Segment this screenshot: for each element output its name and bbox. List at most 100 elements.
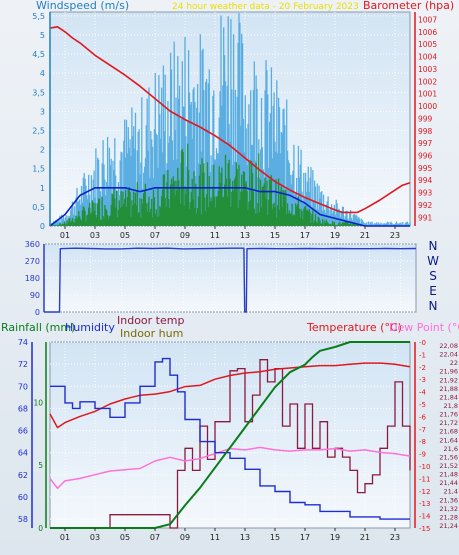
windspeed-tick-label: 1 xyxy=(40,184,45,193)
temperature-tick-label: -5 xyxy=(419,401,426,409)
indoor-temp-tick-label: 21,84 xyxy=(439,393,458,401)
indoor-temp-tick-label: 21,44 xyxy=(439,479,458,487)
temperature-tick-label: -2 xyxy=(419,364,426,372)
wind-x-label: 13 xyxy=(240,231,250,240)
indoor-temp-tick-label: 22,08 xyxy=(439,342,458,350)
climate-x-label: 13 xyxy=(240,533,250,542)
indoor-temp-tick-label: 21,52 xyxy=(439,462,458,470)
temperature-axis-label: Temperature (°C) xyxy=(306,321,402,334)
barometer-tick-label: 1001 xyxy=(418,90,437,99)
barometer-tick-label: 996 xyxy=(418,151,433,160)
direction-tick-label: 0 xyxy=(35,308,40,317)
temperature-tick-label: -11 xyxy=(419,475,430,483)
indoor-temp-tick-label: 21,4 xyxy=(444,488,458,496)
humidity-axis-label: Humidity xyxy=(65,321,115,334)
indoor-temp-tick-label: 21,88 xyxy=(439,385,458,393)
barometer-tick-label: 1004 xyxy=(418,53,437,62)
compass-label: W xyxy=(427,254,439,268)
wind-x-label: 03 xyxy=(90,231,100,240)
temperature-tick-label: -13 xyxy=(419,500,430,508)
wind-x-label: 15 xyxy=(270,231,280,240)
climate-x-label: 21 xyxy=(360,533,370,542)
temperature-tick-label: -7 xyxy=(419,426,426,434)
indoor-temp-tick-label: 21,36 xyxy=(439,496,458,504)
barometer-tick-label: 1002 xyxy=(418,77,437,86)
windspeed-tick-label: 0,5 xyxy=(32,203,45,212)
indoor-temp-tick-label: 21,64 xyxy=(439,436,458,444)
dewpoint-axis-label: Dew Point (°C) xyxy=(389,321,459,334)
weather-dashboard: Windspeed (m/s) 24 hour weather data - 2… xyxy=(0,0,459,555)
temperature-tick-label: -12 xyxy=(419,488,430,496)
indoor-temp-tick-label: 22,04 xyxy=(439,351,458,359)
indoor-temp-tick-label: 21,28 xyxy=(439,513,458,521)
temperature-tick-label: -14 xyxy=(419,513,431,521)
indoor-temp-tick-label: 21,32 xyxy=(439,505,458,513)
compass-label: S xyxy=(429,269,437,283)
wind-x-label: 11 xyxy=(210,231,220,240)
indoor-temp-tick-label: 21,92 xyxy=(439,376,458,384)
climate-x-label: 09 xyxy=(180,533,190,542)
humidity-tick-label: 74 xyxy=(18,338,28,347)
windspeed-tick-label: 0 xyxy=(40,222,45,231)
indoor-temp-legend: Indoor temp xyxy=(117,314,184,327)
barometer-tick-label: 1006 xyxy=(418,28,437,37)
wind-x-label: 23 xyxy=(390,231,400,240)
barometer-tick-label: 998 xyxy=(418,127,433,136)
barometer-tick-label: 1003 xyxy=(418,65,437,74)
climate-x-label: 23 xyxy=(390,533,400,542)
indoor-temp-tick-label: 21,72 xyxy=(439,419,458,427)
wind-x-label: 17 xyxy=(300,231,310,240)
compass-label: N xyxy=(429,239,438,253)
barometer-tick-label: 1005 xyxy=(418,40,437,49)
direction-tick-label: 360 xyxy=(25,240,40,249)
barometer-tick-label: 994 xyxy=(418,176,433,185)
barometer-tick-label: 993 xyxy=(418,189,433,198)
indoor-temp-tick-label: 22 xyxy=(450,359,458,367)
indoor-temp-tick-label: 21,48 xyxy=(439,471,458,479)
rainfall-tick-label: 5 xyxy=(38,461,43,470)
windspeed-tick-label: 5,5 xyxy=(32,12,45,21)
indoor-hum-legend: Indoor hum xyxy=(120,327,183,340)
humidity-tick-label: 60 xyxy=(18,493,28,502)
climate-x-label: 07 xyxy=(150,533,160,542)
windspeed-tick-label: 2 xyxy=(40,146,45,155)
climate-x-label: 19 xyxy=(330,533,340,542)
indoor-temp-tick-label: 21,56 xyxy=(439,453,458,461)
wind-x-label: 05 xyxy=(120,231,130,240)
temperature-tick-label: -10 xyxy=(419,463,430,471)
windspeed-tick-label: 3,5 xyxy=(32,88,45,97)
humidity-tick-label: 64 xyxy=(18,449,28,458)
humidity-tick-label: 68 xyxy=(18,404,28,413)
barometer-tick-label: 1000 xyxy=(418,102,437,111)
barometer-tick-label: 991 xyxy=(418,213,433,222)
wind-x-label: 07 xyxy=(150,231,160,240)
direction-tick-label: 270 xyxy=(25,257,40,266)
climate-panel-background xyxy=(49,341,411,529)
wind-x-label: 21 xyxy=(360,231,370,240)
barometer-tick-label: 995 xyxy=(418,164,433,173)
windspeed-tick-label: 4 xyxy=(40,69,45,78)
humidity-tick-label: 58 xyxy=(18,515,28,524)
indoor-temp-tick-label: 21,68 xyxy=(439,428,458,436)
temperature-tick-label: -3 xyxy=(419,376,426,384)
wind-x-label: 01 xyxy=(60,231,70,240)
windspeed-tick-label: 1,5 xyxy=(32,165,45,174)
temperature-tick-label: -4 xyxy=(419,389,427,397)
humidity-tick-label: 72 xyxy=(18,360,28,369)
windspeed-axis-label: Windspeed (m/s) xyxy=(36,0,129,12)
temperature-tick-label: -8 xyxy=(419,438,426,446)
barometer-tick-label: 999 xyxy=(418,114,433,123)
humidity-tick-label: 66 xyxy=(18,427,28,436)
climate-x-label: 15 xyxy=(270,533,280,542)
weather-charts: Windspeed (m/s) 24 hour weather data - 2… xyxy=(1,0,459,542)
temperature-tick-label: -1 xyxy=(419,351,426,359)
climate-x-label: 17 xyxy=(300,533,310,542)
windspeed-tick-label: 3 xyxy=(40,107,45,116)
temperature-tick-label: -6 xyxy=(419,413,427,421)
climate-x-label: 05 xyxy=(120,533,130,542)
wind-x-label: 19 xyxy=(330,231,340,240)
barometer-tick-label: 997 xyxy=(418,139,433,148)
indoor-temp-tick-label: 21,76 xyxy=(439,411,458,419)
indoor-temp-tick-label: 21,8 xyxy=(444,402,458,410)
chart-title: 24 hour weather data - 20 February 2023 xyxy=(172,2,359,12)
